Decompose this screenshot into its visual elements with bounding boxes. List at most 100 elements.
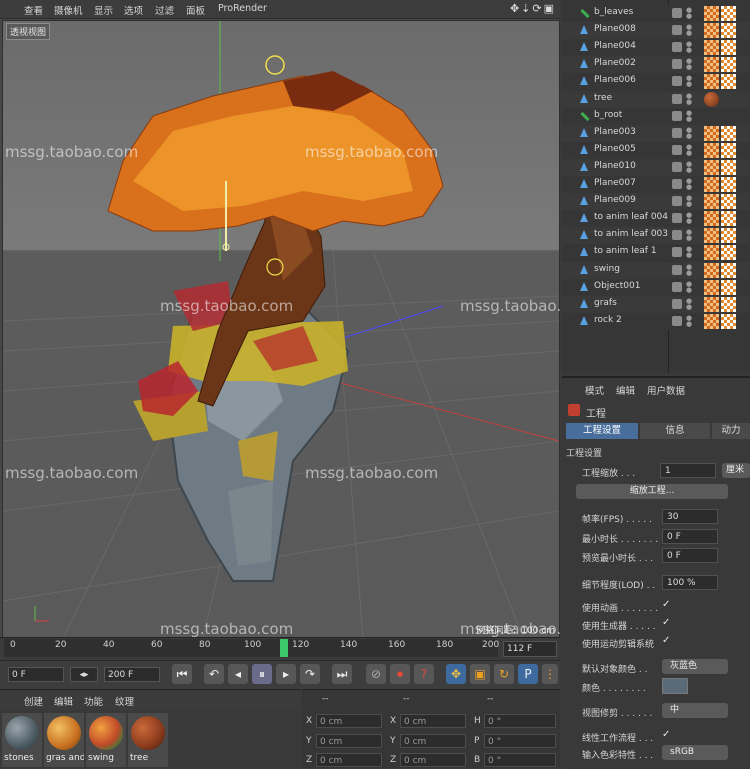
layer-toggle-icon[interactable] [672,8,682,18]
material-swatch-grass[interactable]: gras and [44,713,84,767]
menu-filter[interactable]: 过滤 [155,3,174,17]
object-name[interactable]: Plane002 [594,58,636,68]
tab-dynamics[interactable]: 动力 [712,423,750,439]
menu-camera[interactable]: 摄像机 [54,3,83,17]
param-key-icon[interactable]: P [518,664,538,684]
material-tag-icon[interactable] [704,91,719,107]
object-name[interactable]: Plane005 [594,144,636,154]
rot-h-field[interactable]: 0 ° [484,714,556,728]
layer-toggle-icon[interactable] [672,264,682,275]
material-tag-icon[interactable] [721,23,736,39]
object-row[interactable]: b_root ● ● [562,107,750,125]
scale-key-icon[interactable]: ▣ [470,664,490,684]
menu-prorender[interactable]: ProRender [218,3,267,14]
object-row[interactable]: rock 2 ● ● [562,312,750,330]
mat-menu-texture[interactable]: 纹理 [115,694,134,708]
range-slider-icon[interactable]: ◂▸ [70,667,98,682]
preview-min-time-field[interactable]: 0 F [662,548,718,563]
material-tag-icon[interactable] [704,296,719,312]
layer-toggle-icon[interactable] [672,179,682,189]
use-motion-system-checkbox[interactable]: ✓ [662,635,670,646]
material-tag-icon[interactable] [704,74,719,90]
pos-x-field[interactable]: 0 cm [316,714,382,728]
pause-icon[interactable]: ⏸ [252,664,272,684]
visibility-dots-icon[interactable]: ● ● [686,280,692,293]
material-tag-icon[interactable] [704,6,719,21]
tab-info[interactable]: 信息 [640,423,710,439]
object-row[interactable]: Plane010 ● ● [562,158,750,176]
menu-display[interactable]: 显示 [94,3,113,17]
tab-project-settings[interactable]: 工程设置 [566,423,638,439]
use-animation-checkbox[interactable]: ✓ [662,599,670,610]
size-x-field[interactable]: 0 cm [400,714,466,728]
visibility-dots-icon[interactable]: ● ● [686,212,692,225]
object-name[interactable]: tree [594,93,612,103]
layer-toggle-icon[interactable] [672,144,682,155]
go-to-start-icon[interactable]: ⏮ [172,664,192,684]
object-row[interactable]: to anim leaf 1 ● ● [562,244,750,262]
material-tag-icon[interactable] [721,262,736,278]
material-tag-icon[interactable] [704,279,719,295]
layer-toggle-icon[interactable] [672,42,682,53]
end-frame-field[interactable]: 200 F [104,667,160,682]
object-row[interactable]: Plane006 ● ● [562,73,750,91]
use-generators-checkbox[interactable]: ✓ [662,617,670,628]
next-frame-icon[interactable]: ▸ [276,664,296,684]
object-row[interactable]: Plane004 ● ● [562,39,750,57]
visibility-dots-icon[interactable]: ● ● [686,92,692,105]
color-swatch[interactable] [662,678,688,694]
scale-project-button[interactable]: 缩放工程... [576,484,728,499]
material-swatch-stones[interactable]: stones [2,713,42,767]
visibility-dots-icon[interactable]: ● ● [686,178,692,191]
layer-toggle-icon[interactable] [672,247,682,258]
material-tag-icon[interactable] [721,6,736,21]
material-tag-icon[interactable] [721,57,736,73]
next-key-icon[interactable]: ↷ [300,664,320,684]
move-key-icon[interactable]: ✥ [446,664,466,684]
size-y-field[interactable]: 0 cm [400,734,466,748]
layer-toggle-icon[interactable] [672,298,682,309]
object-name[interactable]: Plane003 [594,127,636,137]
menu-view[interactable]: 查看 [24,3,43,17]
menu-options[interactable]: 选项 [124,3,143,17]
object-name[interactable]: Plane006 [594,75,636,85]
input-color-dropdown[interactable]: sRGB [662,745,728,760]
menu-panel[interactable]: 面板 [186,3,205,17]
material-swatch-swing[interactable]: swing [86,713,126,767]
visibility-dots-icon[interactable]: ● ● [686,24,692,37]
visibility-dots-icon[interactable]: ● ● [686,160,692,173]
material-tag-icon[interactable] [704,228,719,244]
material-tag-icon[interactable] [704,211,719,227]
layer-toggle-icon[interactable] [672,281,682,292]
material-tag-icon[interactable] [721,125,736,141]
size-z-field[interactable]: 0 cm [400,753,466,767]
material-tag-icon[interactable] [721,177,736,192]
view-clip-dropdown[interactable]: 中 [662,703,728,718]
object-row[interactable]: Plane007 ● ● [562,176,750,193]
pos-y-field[interactable]: 0 cm [316,734,382,748]
material-tag-icon[interactable] [704,262,719,278]
linear-workflow-checkbox[interactable]: ✓ [662,729,670,740]
material-swatch-tree[interactable]: tree [128,713,168,767]
object-row[interactable]: Plane002 ● ● [562,56,750,74]
material-tag-icon[interactable] [721,194,736,210]
material-tag-icon[interactable] [721,313,736,329]
visibility-dots-icon[interactable]: ● ● [686,126,692,139]
material-tag-icon[interactable] [704,142,719,158]
perspective-viewport[interactable]: 透视视图 网格间距：100 cm [2,20,560,639]
visibility-dots-icon[interactable]: ● ● [686,246,692,259]
material-tag-icon[interactable] [704,313,719,329]
object-row[interactable]: Plane008 ● ● [562,22,750,40]
layer-toggle-icon[interactable] [672,230,682,241]
layer-toggle-icon[interactable] [672,161,682,172]
visibility-dots-icon[interactable]: ● ● [686,143,692,156]
material-tag-icon[interactable] [721,245,736,261]
object-name[interactable]: Plane009 [594,195,636,205]
object-name[interactable]: to anim leaf 003 [594,229,668,239]
object-row[interactable]: to anim leaf 004 ● ● [562,210,750,228]
visibility-dots-icon[interactable]: ● ● [686,58,692,71]
object-row[interactable]: to anim leaf 003 ● ● [562,227,750,245]
timeline-playhead[interactable] [280,639,288,657]
material-tag-icon[interactable] [721,211,736,227]
material-tag-icon[interactable] [704,125,719,141]
